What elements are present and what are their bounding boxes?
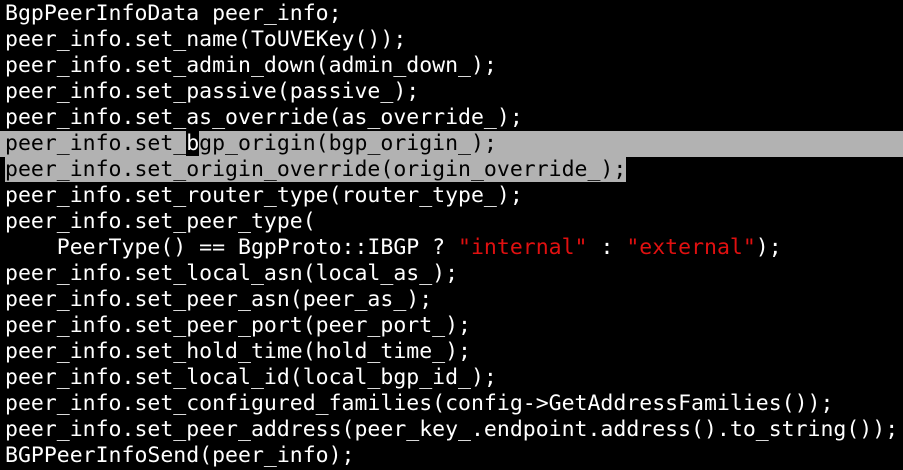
string-literal: "external" xyxy=(626,235,756,260)
code-line[interactable]: peer_info.set_peer_port(peer_port_); xyxy=(0,313,903,339)
text-cursor: b xyxy=(186,131,200,156)
code-text: BGPPeerInfoSend(peer_info); xyxy=(5,443,355,468)
code-text: BgpPeerInfoData peer_info; xyxy=(5,1,342,26)
code-text: PeerType() == BgpProto::IBGP ? xyxy=(5,235,459,260)
code-text: peer_info.set_router_type(router_type_); xyxy=(5,183,523,208)
code-line[interactable]: peer_info.set_local_id(local_bgp_id_); xyxy=(0,365,903,391)
code-text: peer_info.set_peer_port(peer_port_); xyxy=(5,313,471,338)
code-line[interactable]: peer_info.set_peer_type( xyxy=(0,209,903,235)
selected-code-line[interactable]: peer_info.set_origin_override(origin_ove… xyxy=(0,157,903,183)
code-text-before-cursor: peer_info.set_ xyxy=(5,131,187,156)
code-line[interactable]: peer_info.set_name(ToUVEKey()); xyxy=(0,27,903,53)
code-line[interactable]: peer_info.set_as_override(as_override_); xyxy=(0,105,903,131)
code-line[interactable]: peer_info.set_peer_asn(peer_as_); xyxy=(0,287,903,313)
code-line[interactable]: peer_info.set_configured_families(config… xyxy=(0,391,903,417)
code-text-after-cursor: gp_origin(bgp_origin_); xyxy=(199,131,497,156)
code-text: ); xyxy=(755,235,782,260)
selected-code-line[interactable]: peer_info.set_bgp_origin(bgp_origin_); xyxy=(0,131,903,157)
code-text: peer_info.set_as_override(as_override_); xyxy=(5,105,523,130)
code-line[interactable]: peer_info.set_router_type(router_type_); xyxy=(0,183,903,209)
code-line[interactable]: peer_info.set_passive(passive_); xyxy=(0,79,903,105)
code-text: peer_info.set_local_asn(local_as_); xyxy=(5,261,459,286)
code-line[interactable]: BGPPeerInfoSend(peer_info); xyxy=(0,443,903,469)
string-literal: "internal" xyxy=(458,235,588,260)
code-text: : xyxy=(587,235,627,260)
code-line[interactable]: BgpPeerInfoData peer_info; xyxy=(0,1,903,27)
code-text: peer_info.set_local_id(local_bgp_id_); xyxy=(5,365,497,390)
code-text: peer_info.set_configured_families(config… xyxy=(5,391,834,416)
code-text: peer_info.set_peer_type( xyxy=(5,209,316,234)
code-text: peer_info.set_admin_down(admin_down_); xyxy=(5,53,497,78)
code-text: peer_info.set_hold_time(hold_time_); xyxy=(5,339,471,364)
code-text: peer_info.set_peer_address(peer_key_.end… xyxy=(5,417,899,442)
code-editor[interactable]: BgpPeerInfoData peer_info; peer_info.set… xyxy=(0,0,903,470)
code-line[interactable]: peer_info.set_hold_time(hold_time_); xyxy=(0,339,903,365)
code-text: peer_info.set_passive(passive_); xyxy=(5,79,420,104)
code-line[interactable]: peer_info.set_admin_down(admin_down_); xyxy=(0,53,903,79)
code-line[interactable]: peer_info.set_local_asn(local_as_); xyxy=(0,261,903,287)
code-text: peer_info.set_peer_asn(peer_as_); xyxy=(5,287,433,312)
code-line[interactable]: peer_info.set_peer_address(peer_key_.end… xyxy=(0,417,903,443)
code-line[interactable]: PeerType() == BgpProto::IBGP ? "internal… xyxy=(0,235,903,261)
selected-code-text: peer_info.set_origin_override(origin_ove… xyxy=(5,157,627,182)
code-text: peer_info.set_name(ToUVEKey()); xyxy=(5,27,407,52)
